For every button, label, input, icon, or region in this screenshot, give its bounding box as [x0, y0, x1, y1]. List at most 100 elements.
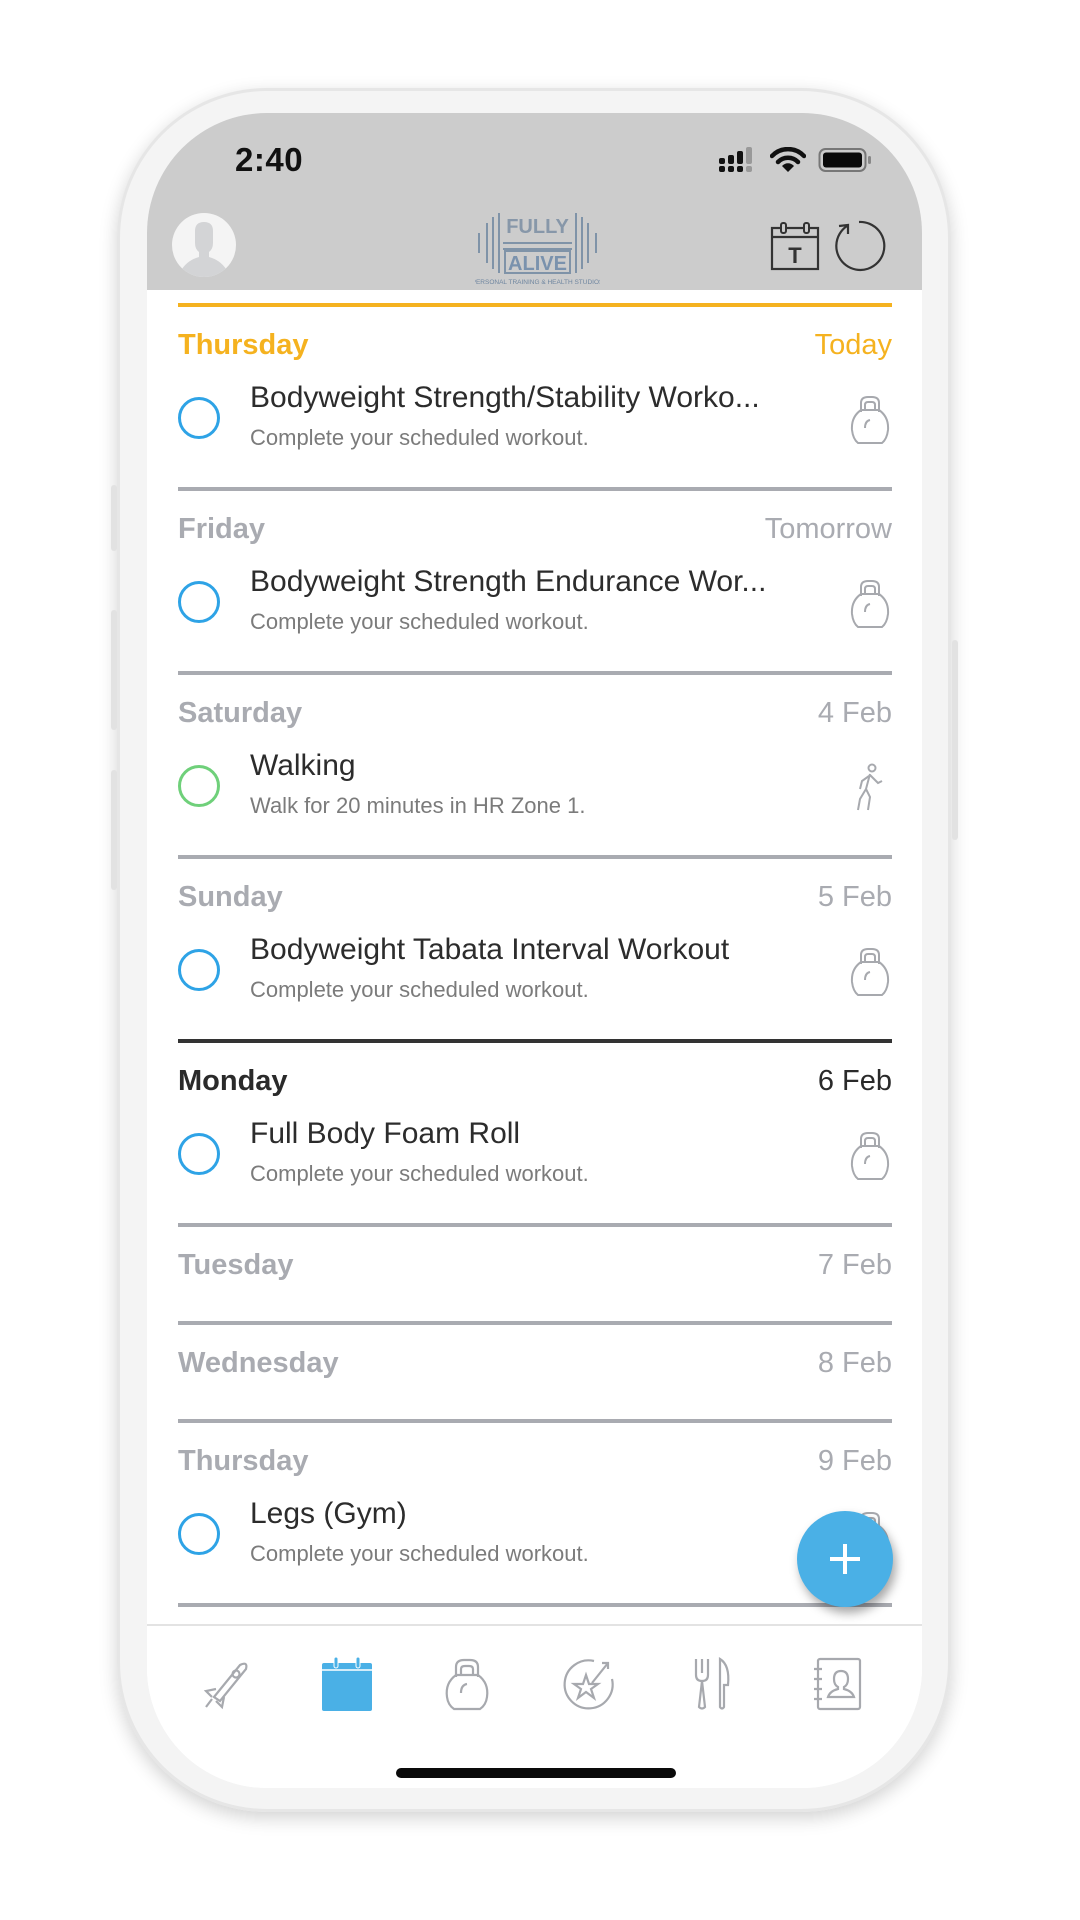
svg-text:PERSONAL TRAINING & HEALTH STU: PERSONAL TRAINING & HEALTH STUDIOS [475, 279, 600, 286]
day-section: Wednesday 8 Feb [178, 1325, 892, 1419]
day-name: Thursday [178, 1444, 309, 1477]
user-avatar-icon[interactable] [172, 213, 236, 277]
app-screen: 2:40 FULLY ALIVE PERSONAL TRAINING & HEA… [147, 113, 922, 1788]
day-section: Thursday 9 Feb Legs (Gym) Complete your sch… [178, 1423, 892, 1603]
day-section: Monday 6 Feb Full Body Foam Roll Complete y… [178, 1043, 892, 1223]
item-subtitle: Walk for 20 minutes in HR Zone 1. [250, 793, 586, 818]
kettlebell-icon [445, 1658, 489, 1711]
complete-checkbox[interactable] [178, 1513, 220, 1555]
rocket-icon [203, 1662, 248, 1710]
day-name: Monday [178, 1064, 288, 1097]
fully-alive-logo: FULLY ALIVE PERSONAL TRAINING & HEALTH S… [472, 203, 604, 287]
schedule-item[interactable]: Bodyweight Tabata Interval Workout Comple… [178, 931, 892, 1039]
phone-mute-switch [111, 485, 117, 551]
plus-icon [830, 1544, 860, 1574]
tab-goals[interactable] [559, 1654, 619, 1714]
item-title: Full Body Foam Roll [250, 1117, 521, 1150]
day-header: Monday 6 Feb [178, 1043, 892, 1115]
svg-text:T: T [788, 243, 802, 268]
complete-checkbox[interactable] [178, 949, 220, 991]
tab-workouts[interactable] [437, 1654, 497, 1714]
day-date: Tomorrow [764, 512, 892, 545]
day-header: Sunday 5 Feb [178, 859, 892, 931]
kettlebell-icon [848, 947, 892, 997]
item-subtitle: Complete your scheduled workout. [250, 609, 589, 634]
item-subtitle: Complete your scheduled workout. [250, 425, 589, 450]
day-date: 5 Feb [817, 880, 892, 913]
day-section: Friday Tomorrow Bodyweight Strength Endura… [178, 491, 892, 671]
day-name: Friday [178, 512, 266, 545]
battery-icon [818, 148, 871, 172]
day-section: Thursday Today Bodyweight Strength/Stabili… [178, 307, 892, 487]
day-name: Tuesday [178, 1248, 294, 1281]
schedule-item[interactable]: Bodyweight Strength Endurance Wor... Comp… [178, 563, 892, 671]
refresh-button[interactable] [831, 218, 887, 274]
day-section: Tuesday 7 Feb [178, 1227, 892, 1321]
day-section: Sunday 5 Feb Bodyweight Tabata Interval Wo… [178, 859, 892, 1039]
kettlebell-icon [848, 1131, 892, 1181]
day-header: Tuesday 7 Feb [178, 1227, 892, 1299]
item-title: Bodyweight Tabata Interval Workout [250, 933, 730, 966]
schedule-item[interactable]: Walking Walk for 20 minutes in HR Zone 1. [178, 747, 892, 855]
day-date: Today [814, 328, 892, 361]
day-header: Friday Tomorrow [178, 491, 892, 563]
day-date: 7 Feb [817, 1248, 892, 1281]
fork-knife-icon [694, 1657, 730, 1710]
phone-volume-down [111, 770, 117, 890]
svg-text:FULLY: FULLY [506, 216, 569, 238]
signal-icon [719, 147, 752, 172]
empty-day-spacer [178, 1299, 892, 1321]
phone-volume-up [111, 610, 117, 730]
svg-text:ALIVE: ALIVE [508, 253, 567, 275]
calendar-icon [322, 1657, 372, 1711]
complete-checkbox[interactable] [178, 581, 220, 623]
day-header: Saturday 4 Feb [178, 675, 892, 747]
day-separator [178, 1603, 892, 1607]
item-title: Bodyweight Strength Endurance Wor... [250, 565, 767, 598]
complete-checkbox[interactable] [178, 765, 220, 807]
today-button[interactable]: T [767, 218, 823, 274]
person-silhouette-icon [182, 222, 226, 277]
complete-checkbox[interactable] [178, 397, 220, 439]
add-button[interactable] [797, 1511, 893, 1607]
item-subtitle: Complete your scheduled workout. [250, 1161, 589, 1186]
day-date: 4 Feb [817, 696, 892, 729]
item-title: Walking [250, 749, 356, 782]
tab-nutrition[interactable] [683, 1654, 743, 1714]
schedule-item[interactable]: Full Body Foam Roll Complete your schedul… [178, 1115, 892, 1223]
status-icons [718, 147, 872, 173]
app-header: 2:40 FULLY ALIVE PERSONAL TRAINING & HEA… [147, 113, 922, 290]
schedule-item[interactable]: Legs (Gym) Complete your scheduled workou… [178, 1495, 892, 1603]
day-name: Thursday [178, 328, 309, 361]
bottom-tab-bar [147, 1624, 922, 1788]
day-date: 9 Feb [817, 1444, 892, 1477]
day-section: Saturday 4 Feb Walking Walk for 20 minutes … [178, 675, 892, 855]
day-header: Thursday 9 Feb [178, 1423, 892, 1495]
goal-star-icon [563, 1659, 614, 1710]
empty-day-spacer [178, 1397, 892, 1419]
walking-icon [848, 763, 892, 813]
item-title: Bodyweight Strength/Stability Worko... [250, 381, 760, 414]
schedule-list[interactable]: Thursday Today Bodyweight Strength/Stabili… [178, 303, 892, 1607]
home-indicator[interactable] [396, 1768, 676, 1778]
kettlebell-icon [848, 579, 892, 629]
phone-power-button [952, 640, 958, 840]
tab-getting-started[interactable] [197, 1654, 257, 1714]
tab-calendar[interactable] [317, 1654, 377, 1714]
complete-checkbox[interactable] [178, 1133, 220, 1175]
tab-contacts[interactable] [807, 1654, 867, 1714]
kettlebell-icon [848, 395, 892, 445]
wifi-icon [770, 147, 806, 172]
day-header: Thursday Today [178, 307, 892, 379]
day-name: Saturday [178, 696, 303, 729]
day-name: Sunday [178, 880, 283, 913]
schedule-item[interactable]: Bodyweight Strength/Stability Worko... Co… [178, 379, 892, 487]
contact-book-icon [814, 1657, 862, 1711]
status-time: 2:40 [235, 141, 304, 178]
day-date: 6 Feb [817, 1064, 892, 1097]
item-title: Legs (Gym) [250, 1497, 407, 1530]
calendar-today-icon: T [770, 222, 820, 271]
item-subtitle: Complete your scheduled workout. [250, 977, 589, 1002]
day-header: Wednesday 8 Feb [178, 1325, 892, 1397]
day-date: 8 Feb [817, 1346, 892, 1379]
